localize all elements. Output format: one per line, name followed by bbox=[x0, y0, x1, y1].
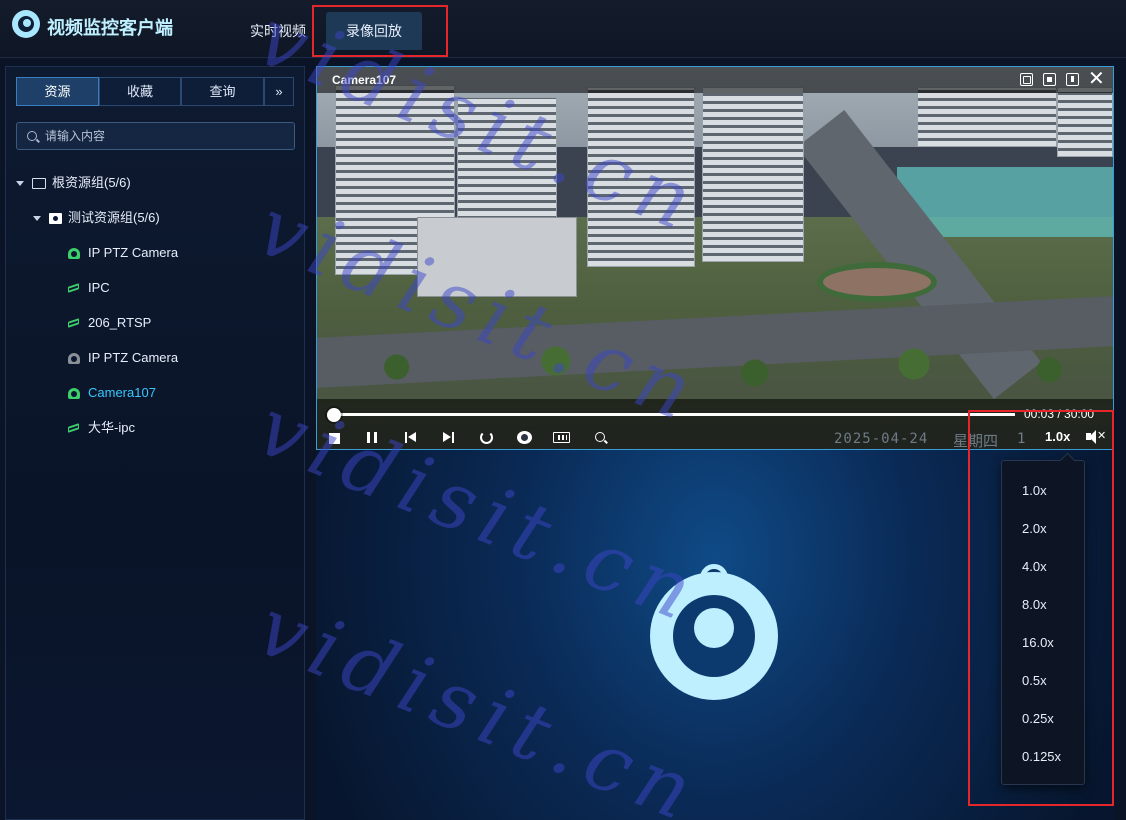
speed-button[interactable]: 1.0x bbox=[1045, 429, 1070, 444]
tree-test-group[interactable]: 测试资源组(5/6) bbox=[33, 207, 160, 229]
speed-option[interactable]: 1.0x bbox=[1022, 479, 1082, 503]
sidebar-tabs: 资源 收藏 查询 » bbox=[16, 77, 295, 107]
tree-group-label: 测试资源组(5/6) bbox=[68, 210, 160, 225]
eye-icon[interactable] bbox=[517, 431, 532, 444]
tree-device-item-selected[interactable]: Camera107 bbox=[68, 382, 156, 404]
tree-device-item[interactable]: 大华-ipc bbox=[68, 417, 135, 439]
speed-option[interactable]: 0.5x bbox=[1022, 669, 1082, 693]
app-logo-icon bbox=[12, 10, 40, 38]
bullet-camera-icon bbox=[68, 423, 80, 434]
tree-device-item[interactable]: IP PTZ Camera bbox=[68, 347, 178, 369]
app-header: 视频监控客户端 实时视频 录像回放 bbox=[0, 0, 1126, 58]
zoom-icon[interactable] bbox=[595, 432, 605, 442]
device-label: IP PTZ Camera bbox=[88, 245, 179, 260]
progress-bar[interactable] bbox=[331, 413, 1015, 416]
caret-down-icon[interactable] bbox=[33, 216, 41, 222]
speed-option[interactable]: 0.125x bbox=[1022, 745, 1082, 769]
bullet-camera-icon bbox=[68, 318, 80, 329]
video-frame bbox=[317, 67, 1113, 449]
speed-option[interactable]: 4.0x bbox=[1022, 555, 1082, 579]
tree-device-item[interactable]: IPC bbox=[68, 277, 110, 299]
download-icon[interactable] bbox=[1066, 73, 1079, 86]
player-title-bar: Camera107 ✕ bbox=[317, 67, 1113, 93]
tab-resources[interactable]: 资源 bbox=[16, 77, 99, 106]
folder-icon bbox=[32, 178, 46, 190]
keyboard-icon[interactable] bbox=[553, 432, 570, 443]
resource-sidebar: 资源 收藏 查询 » 根资源组(5/6) 测试资源组(5/6) IP PTZ C… bbox=[5, 66, 305, 820]
speed-option[interactable]: 0.25x bbox=[1022, 707, 1082, 731]
osd-weekday: 星期四 bbox=[953, 433, 999, 450]
search-icon bbox=[27, 131, 37, 141]
tree-root-group[interactable]: 根资源组(5/6) bbox=[16, 172, 131, 194]
osd-time: 1 bbox=[1017, 431, 1026, 447]
speed-option[interactable]: 16.0x bbox=[1022, 631, 1082, 655]
tree-device-item[interactable]: 206_RTSP bbox=[68, 312, 151, 334]
progress-thumb[interactable] bbox=[326, 408, 341, 422]
copy-icon[interactable] bbox=[1043, 73, 1056, 86]
tree-root-label: 根资源组(5/6) bbox=[52, 175, 131, 190]
osd-date: 2025-04-24 bbox=[834, 431, 929, 447]
scene-roundabout bbox=[817, 262, 937, 302]
speed-option[interactable]: 2.0x bbox=[1022, 517, 1082, 541]
scene-trees bbox=[317, 337, 1113, 397]
playback-controls: 00:03 / 30:00 2025-04-24 星期四 1 1.0x ✕ bbox=[317, 399, 1113, 449]
scene-building bbox=[587, 87, 695, 267]
tree-device-item[interactable]: IP PTZ Camera bbox=[68, 242, 178, 264]
speed-menu: 1.0x 2.0x 4.0x 8.0x 16.0x 0.5x 0.25x 0.1… bbox=[1001, 460, 1085, 785]
scene-building bbox=[917, 87, 1057, 147]
mute-x-icon: ✕ bbox=[1097, 430, 1107, 442]
device-label: 206_RTSP bbox=[88, 315, 152, 330]
app-title: 视频监控客户端 bbox=[47, 18, 173, 38]
device-label: IP PTZ Camera bbox=[88, 350, 179, 365]
dome-camera-offline-icon bbox=[68, 353, 80, 365]
camera-title: Camera107 bbox=[332, 73, 397, 87]
previous-frame-icon[interactable] bbox=[405, 432, 417, 443]
close-icon[interactable]: ✕ bbox=[1088, 69, 1105, 89]
next-frame-icon[interactable] bbox=[443, 432, 455, 443]
caret-down-icon[interactable] bbox=[16, 181, 24, 187]
device-label: 大华-ipc bbox=[88, 420, 135, 435]
scene-building bbox=[702, 87, 804, 262]
dome-camera-icon bbox=[68, 248, 80, 260]
bullet-camera-icon bbox=[68, 283, 80, 294]
search-input[interactable] bbox=[45, 123, 290, 149]
device-label: Camera107 bbox=[88, 385, 156, 400]
refresh-icon[interactable] bbox=[480, 431, 493, 444]
empty-pane-logo-icon bbox=[650, 572, 778, 700]
pause-icon[interactable] bbox=[367, 432, 377, 443]
stop-icon[interactable] bbox=[329, 433, 340, 444]
group-icon bbox=[49, 213, 62, 225]
tab-playback[interactable]: 录像回放 bbox=[326, 12, 422, 50]
dome-camera-icon bbox=[68, 388, 80, 400]
tab-query[interactable]: 查询 bbox=[181, 77, 264, 106]
scene-building bbox=[1057, 87, 1113, 157]
device-label: IPC bbox=[88, 280, 110, 295]
tab-live-video[interactable]: 实时视频 bbox=[238, 12, 318, 50]
tab-favorites[interactable]: 收藏 bbox=[99, 77, 181, 106]
tab-more-button[interactable]: » bbox=[264, 77, 294, 106]
time-display: 00:03 / 30:00 bbox=[1024, 407, 1095, 421]
fullscreen-icon[interactable] bbox=[1020, 73, 1033, 86]
search-box bbox=[16, 122, 295, 150]
speed-option[interactable]: 8.0x bbox=[1022, 593, 1082, 617]
video-player[interactable]: Camera107 ✕ 00:03 / 30:00 2025-04-24 星期四… bbox=[316, 66, 1114, 450]
scene-plaza bbox=[417, 217, 577, 297]
video-grid: Camera107 ✕ 00:03 / 30:00 2025-04-24 星期四… bbox=[316, 66, 1114, 820]
